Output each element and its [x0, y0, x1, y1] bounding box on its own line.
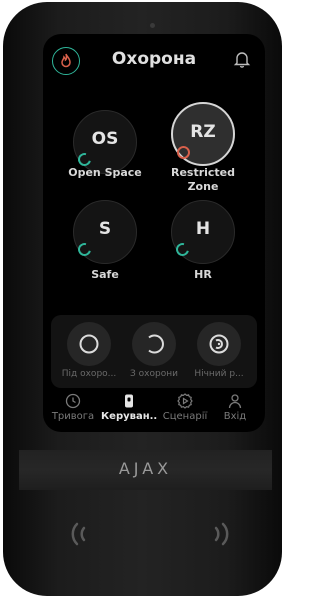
group-label-hr: HR: [194, 268, 212, 281]
tab-label: Тривога: [51, 411, 95, 422]
clock-alarm-icon: [65, 393, 81, 409]
night-mode-icon: [209, 334, 229, 354]
tab-label: Вхід: [223, 411, 247, 422]
broken-ring-icon: [148, 334, 164, 354]
disarm-label: З охорони: [130, 369, 178, 379]
scenario-icon: [177, 393, 193, 409]
arm-label: Під охоро...: [61, 369, 117, 379]
keypad-icon: [125, 394, 133, 408]
tab-label: Сценарії: [162, 411, 208, 422]
user-icon: [228, 394, 242, 409]
tab-alarm[interactable]: Тривога: [45, 388, 101, 428]
group-label-os: Open Space: [68, 166, 142, 179]
group-label-rz: Restricted Zone: [170, 166, 236, 193]
tab-control[interactable]: Керуван...: [101, 388, 157, 428]
nfc-reader-icon-right: [214, 522, 229, 546]
page-title: Охорона: [111, 49, 197, 69]
group-button-rz[interactable]: RZ: [171, 102, 235, 166]
tab-scenarios[interactable]: Сценарії: [157, 388, 213, 428]
brand-strip: AJAX: [19, 450, 272, 490]
group-label-safe: Safe: [91, 268, 119, 281]
keypad-device: Охорона OS Open Space RZ Restricted Zone…: [3, 2, 282, 596]
ring-icon: [79, 334, 99, 354]
tab-login[interactable]: Вхід: [207, 388, 263, 428]
disarmed-status-icon: [75, 240, 94, 259]
night-mode-label: Нічний р...: [194, 369, 244, 379]
group-abbr: RZ: [190, 122, 216, 142]
nfc-reader-icon-left: [71, 522, 86, 546]
arm-button[interactable]: [67, 322, 111, 366]
group-abbr: OS: [91, 129, 119, 149]
group-button-os[interactable]: OS: [73, 110, 137, 174]
action-panel: Під охоро... З охорони Нічний р...: [51, 315, 257, 388]
group-abbr: H: [195, 219, 211, 239]
front-camera: [150, 23, 155, 28]
brand-logo: AJAX: [118, 459, 173, 478]
group-button-s[interactable]: S: [73, 200, 137, 264]
disarmed-status-icon: [173, 240, 192, 259]
group-abbr: S: [98, 219, 112, 239]
group-button-h[interactable]: H: [171, 200, 235, 264]
disarm-button[interactable]: [132, 322, 176, 366]
armed-status-icon: [174, 143, 193, 162]
night-mode-button[interactable]: [197, 322, 241, 366]
bell-icon[interactable]: [233, 50, 251, 68]
touch-screen: Охорона OS Open Space RZ Restricted Zone…: [43, 34, 265, 432]
tab-label: Керуван...: [101, 411, 157, 422]
